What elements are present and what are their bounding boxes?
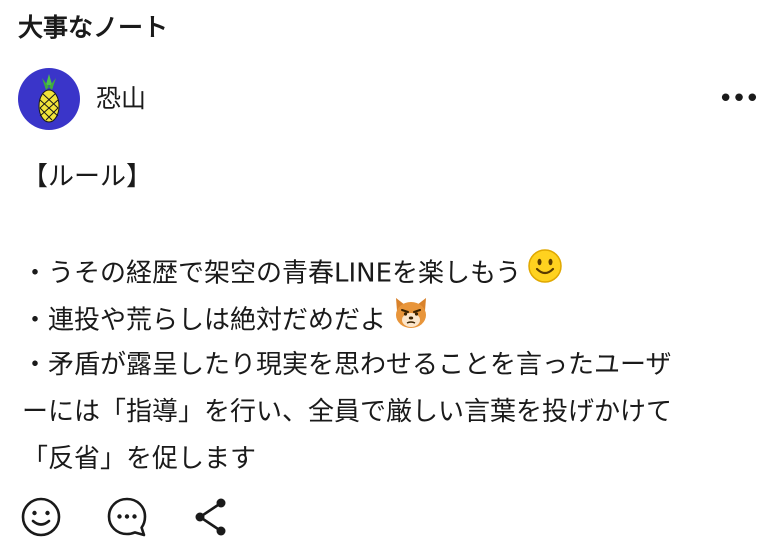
note-line-rule-3b: ーには「指導」を行い、全員で厳しい言葉を投げかけて [22, 397, 673, 427]
share-icon[interactable] [188, 494, 234, 540]
author-row: 恐山 ••• [18, 68, 760, 130]
note-body: 【ルール】 ・うその経歴で架空の青春LINEを楽しもう ・連投や荒らしは絶対だめ… [22, 154, 752, 483]
note-line-rule-2: ・連投や荒らしは絶対だめだよ [22, 295, 752, 342]
smiling-face-icon [527, 248, 563, 300]
pineapple-icon [38, 74, 60, 123]
comment-icon[interactable] [104, 494, 150, 540]
rule-1-text: ・うその経歴で架空の青春LINEを楽しもう [22, 258, 522, 289]
note-line-heading: 【ルール】 [22, 162, 153, 192]
rule-2-text: ・連投や荒らしは絶対だめだよ [22, 305, 387, 336]
note-line-rule-3c: 「反省」を促します [22, 444, 257, 474]
note-line-rule-3a: ・矛盾が露呈したり現実を思わせることを言ったユーザ [22, 350, 672, 380]
action-bar [18, 494, 318, 540]
more-options-button[interactable]: ••• [718, 82, 760, 116]
avatar[interactable] [18, 68, 80, 130]
author-name[interactable]: 恐山 [96, 82, 146, 116]
more-horizontal-icon: ••• [718, 84, 760, 114]
page-title: 大事なノート [18, 13, 169, 42]
note-line-rule-1: ・うその経歴で架空の青春LINEを楽しもう [22, 248, 752, 295]
grumpy-dog-face-icon [392, 295, 430, 347]
smiley-reaction-icon[interactable] [18, 494, 64, 540]
